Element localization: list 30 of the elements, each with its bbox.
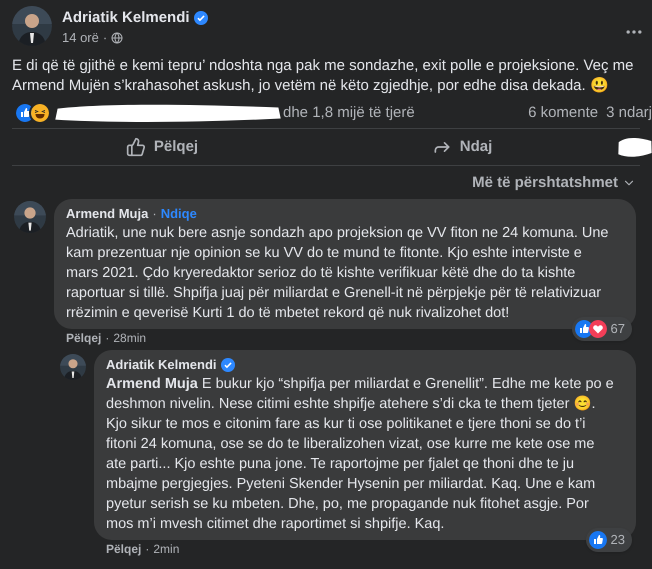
share-button[interactable]: Ndaj xyxy=(312,136,612,158)
globe-icon xyxy=(111,32,124,44)
like-reaction-icon xyxy=(588,530,607,549)
reaction-count: 67 xyxy=(610,320,626,338)
post-time[interactable]: 14 orë xyxy=(62,28,99,48)
comment-author[interactable]: Adriatik Kelmendi xyxy=(106,354,217,374)
comment-author[interactable]: Armend Muja xyxy=(66,204,148,224)
thumbs-up-icon xyxy=(126,137,146,157)
separator-dot: · xyxy=(152,204,157,223)
separator-dot: · xyxy=(145,540,150,556)
separator-dot: · xyxy=(105,330,110,346)
shares-count[interactable]: 3 ndarj xyxy=(606,102,652,124)
comment-time[interactable]: 28min xyxy=(113,330,146,346)
reaction-badge[interactable]: 67 xyxy=(572,317,632,340)
reactions-summary[interactable]: dhe 1,8 mijë të tjerë xyxy=(283,102,415,124)
heart-reaction-icon xyxy=(588,320,607,338)
like-reaction-icon xyxy=(16,104,34,122)
like-link[interactable]: Pëlqej xyxy=(66,330,102,346)
like-button[interactable]: Pëlqej xyxy=(12,136,312,158)
post-text: E di që të gjithë e kemi tepru’ ndoshta nga pak me sondazhe, exit polle e projeksione. Veç me Armend Mujën s’krahasohet askush, jo vetëm në këto zgjedhje, por edhe disa dekada. 😃 xyxy=(11,56,634,96)
separator-dot: · xyxy=(102,29,108,47)
sort-dropdown[interactable]: Më të përshtatshmet xyxy=(472,172,636,194)
comments-count[interactable]: 6 komente xyxy=(528,102,598,124)
redaction-mark xyxy=(618,135,652,159)
laughing-reaction-icon xyxy=(31,104,49,122)
comment-time[interactable]: 2min xyxy=(153,540,180,556)
reaction-count: 23 xyxy=(610,531,626,549)
post-author[interactable]: Adriatik Kelmendi xyxy=(62,6,190,30)
reaction-badge[interactable]: 23 xyxy=(586,528,632,552)
like-link[interactable]: Pëlqej xyxy=(106,540,142,556)
